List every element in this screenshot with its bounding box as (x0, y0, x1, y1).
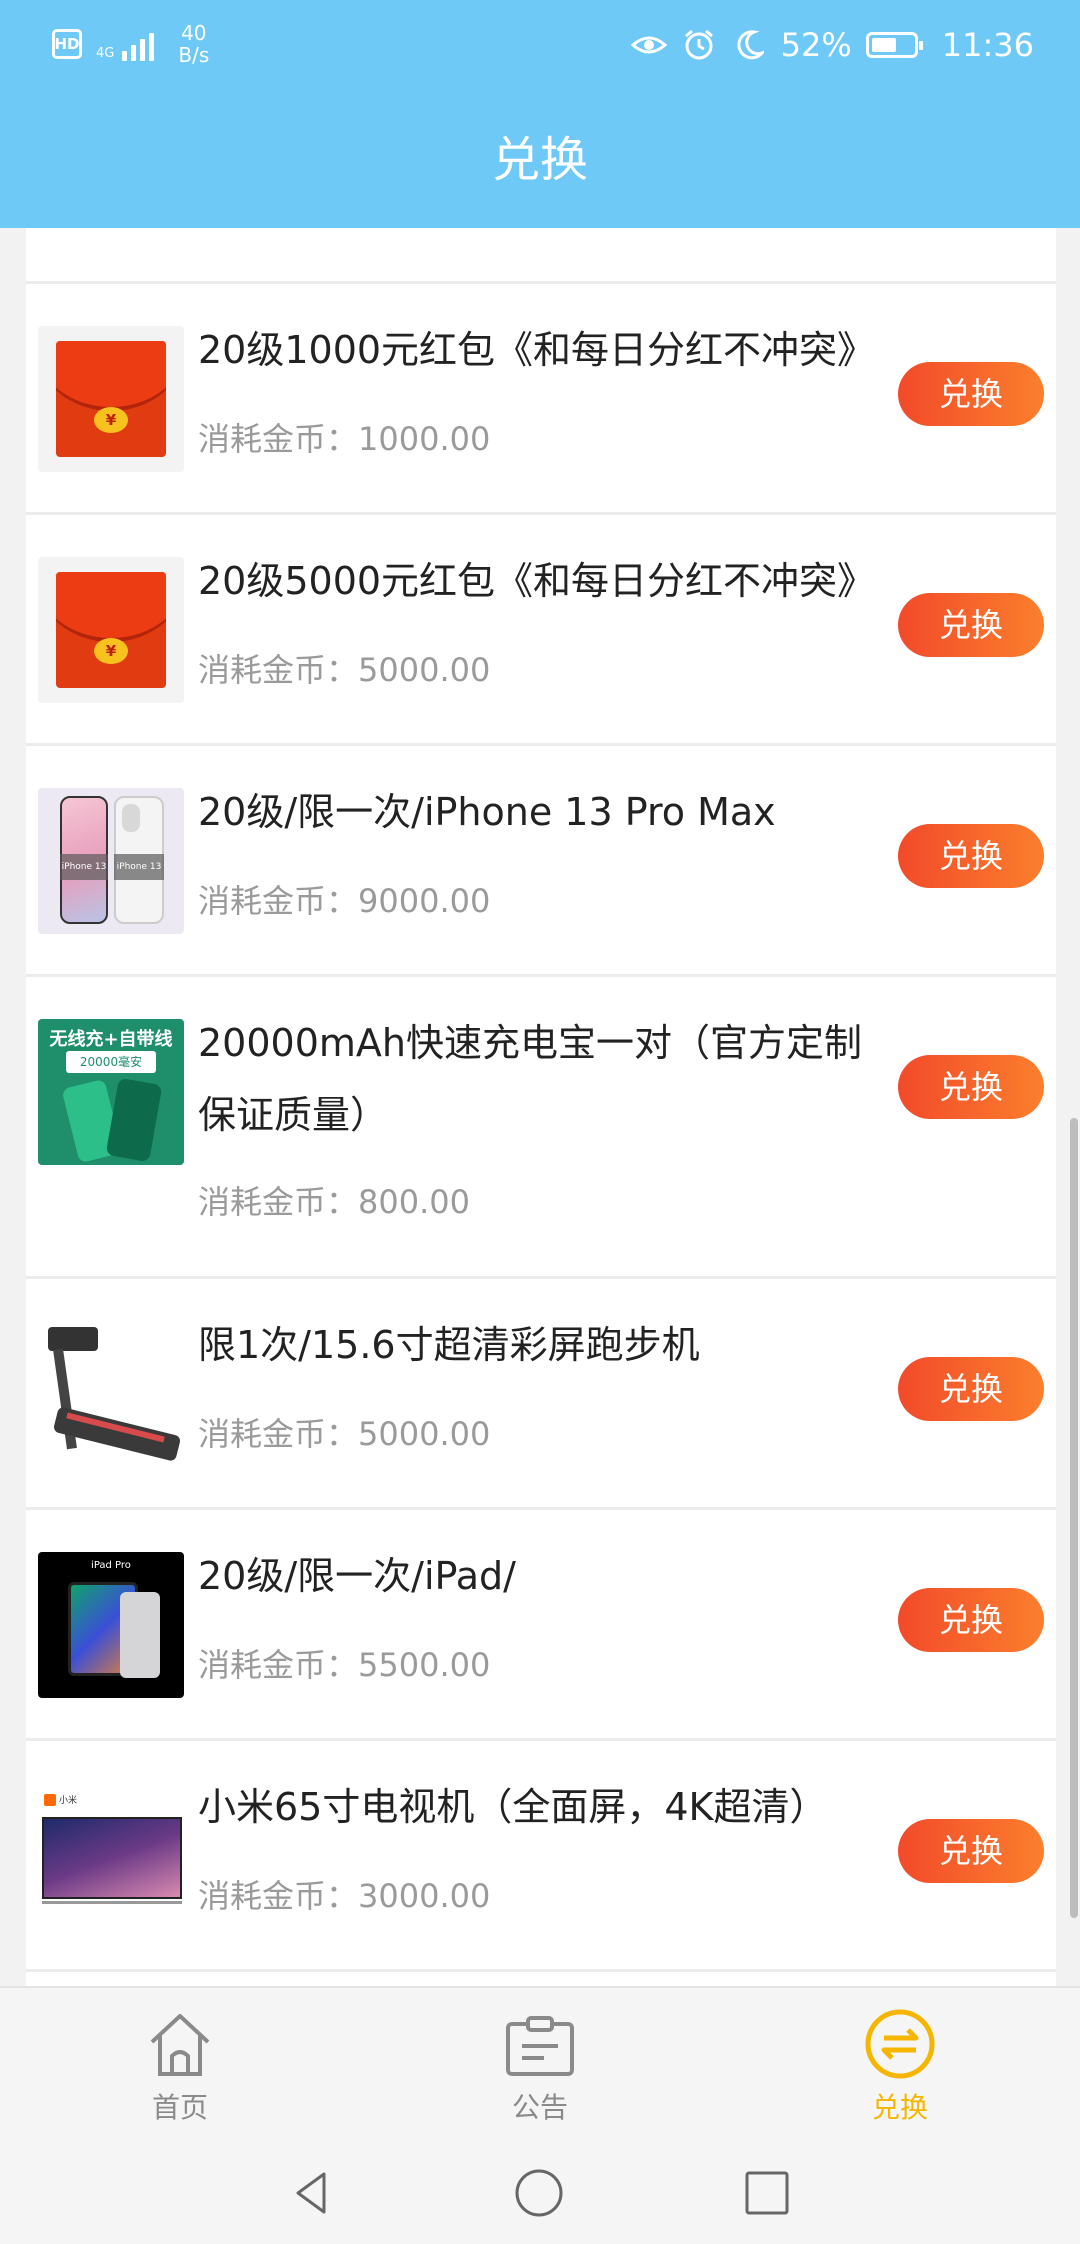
status-bar: HD 4G 40 B/s 52% 11:36 (0, 0, 1080, 100)
exchange-button[interactable]: 兑换 (898, 1055, 1044, 1119)
network-type: 4G (96, 46, 115, 61)
alarm-icon (681, 27, 717, 63)
item-cost: 消耗金币：800.00 (198, 1183, 470, 1221)
tab-notice[interactable]: 公告 (360, 1988, 720, 2142)
scrollbar[interactable] (1070, 1118, 1078, 1918)
tab-exchange-label: 兑换 (871, 2091, 928, 2124)
tab-notice-label: 公告 (511, 2091, 568, 2124)
power-bank-image: 无线充+自带线 20000毫安 (38, 1019, 184, 1165)
recents-icon[interactable] (742, 2168, 792, 2218)
iphone-image: iPhone 13 iPhone 13 (38, 788, 184, 934)
list-item[interactable]: 限1次/15.6寸超清彩屏跑步机 消耗金币：5000.00 兑换 (26, 1279, 1056, 1510)
hd-icon: HD (52, 29, 82, 59)
battery-percent: 52% (780, 26, 852, 64)
item-name: 20级5000元红包《和每日分红不冲突》 (198, 559, 876, 603)
eye-comfort-icon (630, 27, 667, 63)
tab-home-label: 首页 (151, 2091, 208, 2124)
red-envelope-image: ¥ (38, 557, 184, 703)
item-cost: 消耗金币：1000.00 (198, 420, 491, 458)
clock: 11:36 (941, 26, 1034, 64)
item-name: 20000mAh快速充电宝一对（官方定制保证质量） (198, 1021, 862, 1137)
list-item-partial (26, 228, 1056, 284)
home-icon (150, 2014, 210, 2076)
exchange-button[interactable]: 兑换 (898, 593, 1044, 657)
item-cost: 消耗金币：9000.00 (198, 882, 491, 920)
status-left: HD 4G 40 B/s (52, 22, 209, 66)
tab-exchange[interactable]: 兑换 (720, 1988, 1080, 2142)
tv-image: 小米 (38, 1783, 184, 1929)
exchange-list[interactable]: ¥ 20级1000元红包《和每日分红不冲突》 消耗金币：1000.00 兑换 ¥… (26, 228, 1056, 1986)
exchange-button[interactable]: 兑换 (898, 362, 1044, 426)
exchange-button[interactable]: 兑换 (898, 1819, 1044, 1883)
moon-icon (731, 27, 767, 63)
list-item[interactable]: ¥ 20级1000元红包《和每日分红不冲突》 消耗金币：1000.00 兑换 (26, 284, 1056, 515)
top-bar: HD 4G 40 B/s 52% 11:36 兑换 (0, 0, 1080, 228)
item-name: 限1次/15.6寸超清彩屏跑步机 (198, 1323, 700, 1367)
item-cost: 消耗金币：5500.00 (198, 1646, 491, 1684)
item-name: 20级/限一次/iPad/ (198, 1554, 516, 1598)
item-name: 20级/限一次/iPhone 13 Pro Max (198, 790, 776, 834)
bottom-nav: 首页 公告 兑换 (0, 1986, 1080, 2140)
tab-home[interactable]: 首页 (0, 1988, 360, 2142)
item-cost: 消耗金币：3000.00 (198, 1877, 491, 1915)
ipad-image: iPad Pro (38, 1552, 184, 1698)
notice-board-icon (506, 2016, 574, 2076)
list-item[interactable]: 小米 小米65寸电视机（全面屏，4K超清） 消耗金币：3000.00 兑换 (26, 1741, 1056, 1972)
item-cost: 消耗金币：5000.00 (198, 1415, 491, 1453)
treadmill-image (38, 1321, 184, 1467)
item-cost: 消耗金币：5000.00 (198, 651, 491, 689)
exchange-button[interactable]: 兑换 (898, 1588, 1044, 1652)
status-right: 52% 11:36 (630, 26, 1034, 64)
page-title: 兑换 (491, 132, 588, 188)
red-envelope-image: ¥ (38, 326, 184, 472)
back-icon[interactable] (286, 2168, 336, 2218)
item-name: 20级1000元红包《和每日分红不冲突》 (198, 328, 876, 372)
list-item[interactable]: iPad Pro 20级/限一次/iPad/ 消耗金币：5500.00 兑换 (26, 1510, 1056, 1741)
list-item[interactable]: ¥ 20级5000元红包《和每日分红不冲突》 消耗金币：5000.00 兑换 (26, 515, 1056, 746)
battery-icon (865, 32, 923, 58)
exchange-button[interactable]: 兑换 (898, 824, 1044, 888)
signal-icon: 4G (96, 27, 155, 61)
item-name: 小米65寸电视机（全面屏，4K超清） (198, 1785, 828, 1829)
network-speed: 40 B/s (178, 21, 210, 67)
exchange-button[interactable]: 兑换 (898, 1357, 1044, 1421)
list-item[interactable]: iPhone 13 iPhone 13 20级/限一次/iPhone 13 Pr… (26, 746, 1056, 977)
list-item[interactable]: 无线充+自带线 20000毫安 20000mAh快速充电宝一对（官方定制保证质量… (26, 977, 1056, 1279)
system-nav-bar (0, 2140, 1080, 2244)
home-button-icon[interactable] (514, 2168, 564, 2218)
exchange-icon (865, 2009, 935, 2079)
